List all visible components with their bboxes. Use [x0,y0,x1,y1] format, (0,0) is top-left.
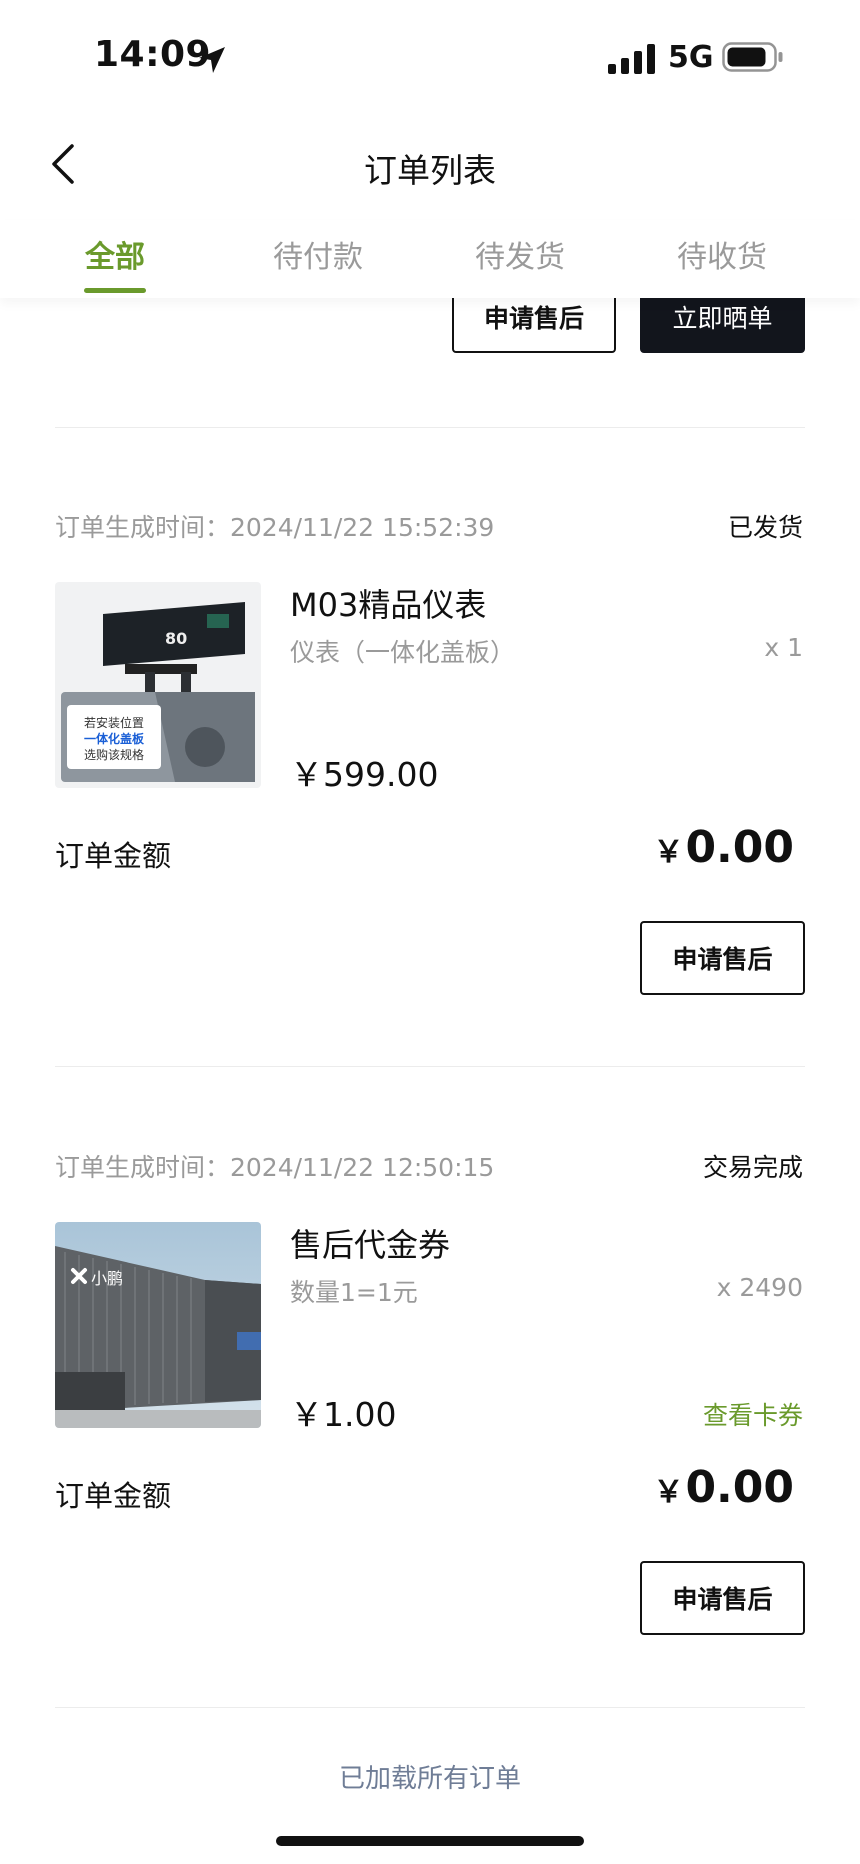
product-spec: 数量1=1元 [290,1278,418,1307]
product-quantity: x 2490 [716,1273,803,1302]
amount-number: 0.00 [685,1462,794,1513]
amount-currency: ￥ [653,1475,684,1510]
order-amount-label: 订单金额 [55,839,172,873]
order-amount-value: ￥0.00 [653,822,794,873]
product-spec: 仪表（一体化盖板） [290,638,516,667]
order-tabs: 全部 待付款 待发货 待收货 [0,220,860,298]
page-title: 订单列表 [364,151,496,190]
location-arrow-icon [199,47,225,73]
status-bar: 14:09 5G [0,0,860,110]
product-image[interactable]: 80 若安装位置 一体化盖板 选购该规格 [55,582,261,788]
signal-icon [608,44,655,74]
tab-pending-shipment[interactable]: 待发货 [450,232,590,276]
nav-bar: 订单列表 [0,110,860,220]
order-divider [55,1066,805,1067]
order-time: 订单生成时间：2024/11/22 12:50:15 [55,1153,495,1182]
dash-speed: 80 [165,629,187,648]
tab-all[interactable]: 全部 [45,232,185,276]
brand-logo-text: 小鹏 [91,1269,123,1288]
order-amount-value: ￥0.00 [653,1462,794,1513]
after-sale-button[interactable]: 申请售后 [640,1561,805,1635]
product-price: ￥599.00 [290,755,439,794]
product-price: ￥1.00 [290,1395,397,1434]
view-coupon-link[interactable]: 查看卡券 [703,1396,803,1432]
network-type: 5G [668,40,714,75]
amount-number: 0.00 [685,822,794,873]
product-name[interactable]: M03精品仪表 [290,580,486,626]
order-divider [55,427,805,428]
order-divider [55,1707,805,1708]
building-image: 小鹏 [55,1222,261,1428]
order-status: 已发货 [727,513,803,542]
product-quantity: x 1 [764,633,803,662]
image-caption-line1: 若安装位置 [84,715,144,730]
order-status: 交易完成 [702,1153,803,1182]
status-time: 14:09 [94,34,212,75]
all-orders-loaded-note: 已加载所有订单 [338,1764,521,1794]
amount-currency: ￥ [653,835,684,870]
image-caption-line2: 一体化盖板 [84,731,145,746]
tab-pending-payment[interactable]: 待付款 [248,232,388,276]
home-indicator[interactable] [276,1836,584,1846]
product-image[interactable]: 小鹏 [55,1222,261,1428]
after-sale-button[interactable]: 申请售后 [640,921,805,995]
image-caption-line3: 选购该规格 [84,747,144,762]
order-amount-label: 订单金额 [55,1479,172,1513]
battery-icon [722,42,783,72]
tab-active-underline [84,288,146,293]
order-time: 订单生成时间：2024/11/22 15:52:39 [55,513,495,542]
product-name[interactable]: 售后代金券 [290,1220,450,1266]
tab-pending-receipt[interactable]: 待收货 [652,232,792,276]
instrument-image: 80 若安装位置 一体化盖板 选购该规格 [55,582,261,788]
